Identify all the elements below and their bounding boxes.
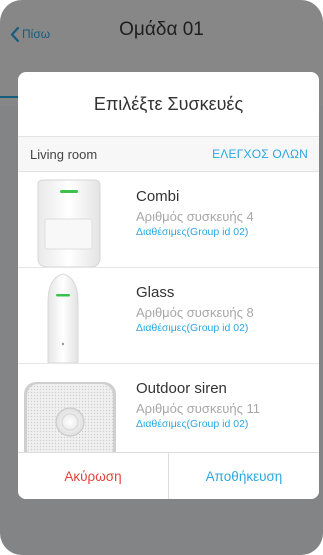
device-name: Combi	[136, 188, 180, 205]
glass-break-detector-icon	[47, 273, 79, 363]
dialog-title: Επιλέξτε Συσκευές	[18, 72, 319, 137]
device-info: Glass Αριθμός συσκευής 8 Διαθέσιμες(Grou…	[136, 284, 254, 334]
cancel-button[interactable]: Ακύρωση	[18, 453, 169, 499]
outdoor-siren-icon	[24, 382, 116, 455]
device-status: Διαθέσιμες(Group id 02)	[136, 226, 249, 238]
device-item-outdoor-siren[interactable]: Outdoor siren Αριθμός συσκευής 11 Διαθέσ…	[18, 364, 319, 455]
motion-detector-icon	[37, 179, 101, 267]
device-name: Glass	[136, 284, 175, 301]
room-header: Living room ΕΛΕΓΧΟΣ ΟΛΩΝ	[18, 137, 319, 172]
app-screen: Πίσω Ομάδα 01 Επιλέξτε Συσκευές Living r…	[0, 0, 323, 555]
device-item-combi[interactable]: Combi Αριθμός συσκευής 4 Διαθέσιμες(Grou…	[18, 172, 319, 268]
save-button[interactable]: Αποθήκευση	[169, 453, 319, 499]
device-number: Αριθμός συσκευής 11	[136, 401, 260, 416]
device-item-glass[interactable]: Glass Αριθμός συσκευής 8 Διαθέσιμες(Grou…	[18, 268, 319, 364]
device-status: Διαθέσιμες(Group id 02)	[136, 418, 249, 430]
room-name: Living room	[30, 146, 98, 162]
device-info: Outdoor siren Αριθμός συσκευής 11 Διαθέσ…	[136, 380, 260, 430]
device-number: Αριθμός συσκευής 8	[136, 305, 254, 320]
dialog-actions: Ακύρωση Αποθήκευση	[18, 452, 319, 499]
select-devices-dialog: Επιλέξτε Συσκευές Living room ΕΛΕΓΧΟΣ ΟΛ…	[18, 72, 319, 499]
check-all-button[interactable]: ΕΛΕΓΧΟΣ ΟΛΩΝ	[212, 147, 308, 161]
device-number: Αριθμός συσκευής 4	[136, 209, 254, 224]
device-list: Combi Αριθμός συσκευής 4 Διαθέσιμες(Grou…	[18, 172, 319, 455]
device-status: Διαθέσιμες(Group id 02)	[136, 322, 249, 334]
device-info: Combi Αριθμός συσκευής 4 Διαθέσιμες(Grou…	[136, 188, 254, 238]
device-name: Outdoor siren	[136, 380, 227, 397]
